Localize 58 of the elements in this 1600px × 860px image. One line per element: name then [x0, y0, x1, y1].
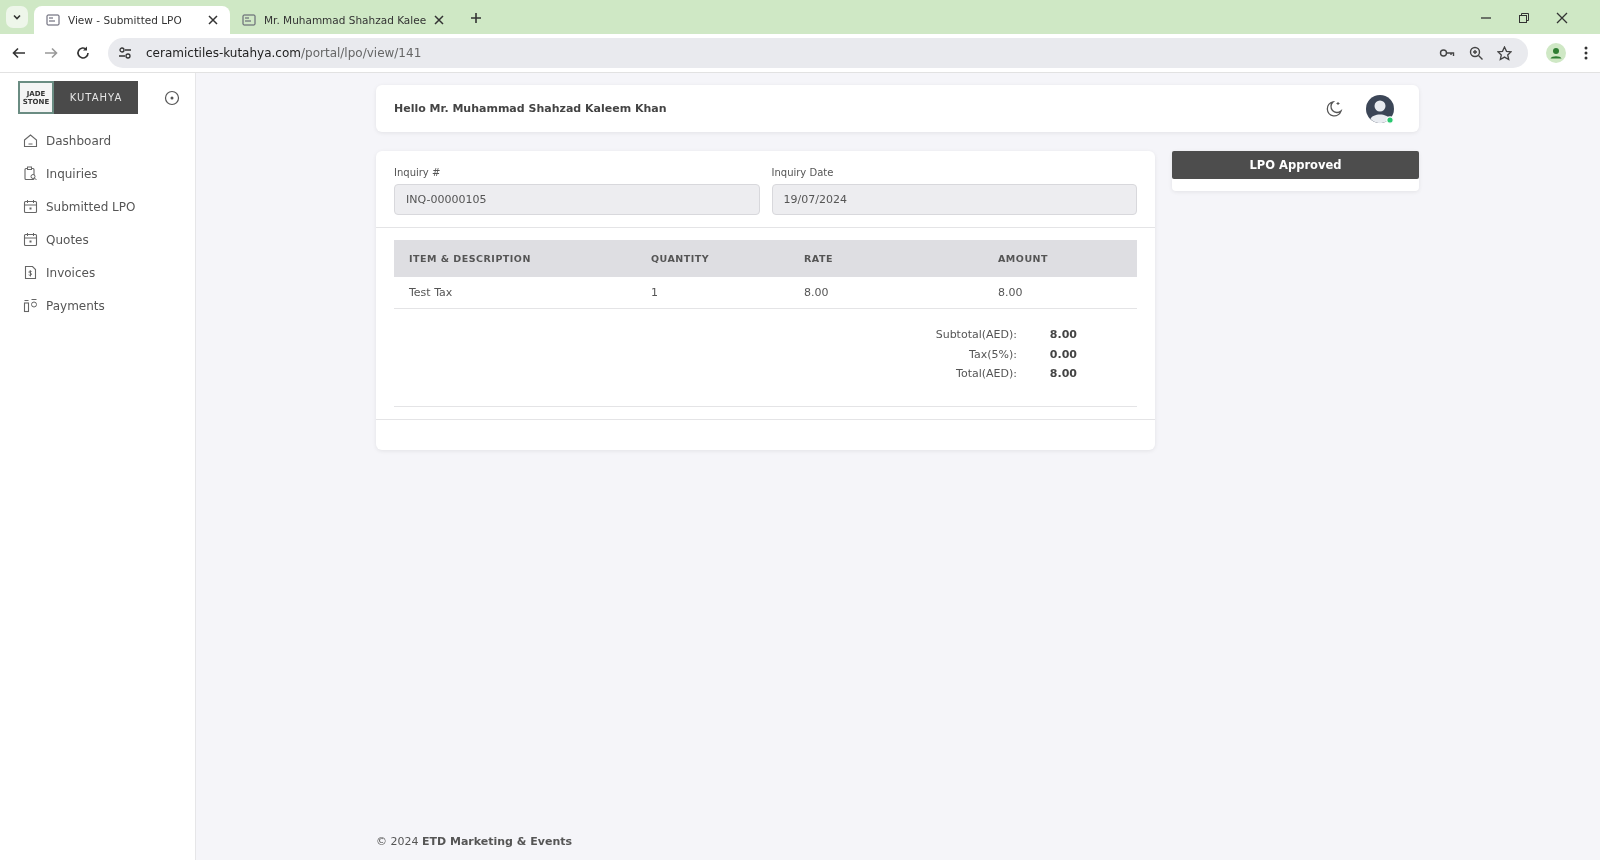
- total-value: 8.00: [1048, 367, 1077, 381]
- key-icon[interactable]: [1439, 47, 1455, 59]
- close-window-icon[interactable]: [1556, 12, 1568, 24]
- new-tab-icon[interactable]: [470, 12, 483, 24]
- star-icon[interactable]: [1497, 45, 1512, 61]
- tab-list-button[interactable]: [6, 6, 28, 28]
- column-header: QUANTITY: [651, 253, 711, 264]
- zoom-icon[interactable]: [1469, 46, 1483, 60]
- total-value: 0.00: [1048, 347, 1077, 361]
- nav-item[interactable]: Payments: [18, 289, 195, 322]
- tab-title: Mr. Muhammad Shahzad Kalee: [264, 14, 427, 26]
- invoice-icon: [23, 265, 38, 280]
- total-label: Total(AED):: [956, 367, 1017, 381]
- site-settings-icon[interactable]: [118, 46, 132, 60]
- browser-tab[interactable]: View - Submitted LPO: [34, 6, 230, 34]
- page-icon: [242, 13, 256, 27]
- calendar-icon: [23, 232, 38, 247]
- close-icon[interactable]: [434, 15, 445, 25]
- back-icon[interactable]: [12, 46, 26, 60]
- tab-title: View - Submitted LPO: [68, 14, 183, 26]
- table-cell: 8.00: [998, 286, 1023, 299]
- calendar-icon: [23, 199, 38, 214]
- greeting-text: Hello Mr. Muhammad Shahzad Kaleem Khan: [394, 102, 667, 115]
- total-value: 8.00: [1048, 328, 1077, 342]
- avatar-icon[interactable]: [1365, 93, 1395, 124]
- restore-icon[interactable]: [1518, 12, 1530, 24]
- table-cell-text: Test Tax: [408, 286, 454, 299]
- column-header: RATE: [804, 253, 834, 264]
- browser-tab[interactable]: Mr. Muhammad Shahzad Kalee: [230, 6, 457, 34]
- collapse-toggle-icon[interactable]: [164, 89, 180, 106]
- footer-text: © 2024 ETD Marketing & Events: [376, 835, 574, 850]
- nav-item[interactable]: Quotes: [18, 223, 195, 256]
- nav-item[interactable]: Invoices: [18, 256, 195, 289]
- field-label: Inquiry #: [394, 167, 442, 178]
- clipboard-search-icon: [23, 166, 38, 181]
- nav-item[interactable]: Submitted LPO: [18, 190, 195, 223]
- address-field[interactable]: ceramictiles-kutahya.com/portal/lpo/view/141: [108, 38, 1528, 68]
- menu-icon[interactable]: [1584, 46, 1588, 60]
- reload-icon[interactable]: [76, 46, 90, 60]
- forward-icon[interactable]: [44, 46, 58, 60]
- status-banner: LPO Approved: [1172, 151, 1419, 179]
- nav-item[interactable]: Dashboard: [18, 124, 195, 157]
- field-label: Inquiry Date: [771, 167, 835, 178]
- column-header: ITEM & DESCRIPTION: [408, 253, 532, 264]
- table-cell-text: 1: [651, 286, 659, 299]
- moon-icon[interactable]: [1325, 99, 1343, 118]
- payments-icon: [23, 298, 38, 313]
- close-icon[interactable]: [208, 15, 218, 25]
- nav-item[interactable]: Inquiries: [18, 157, 195, 190]
- input-field[interactable]: 19/07/2024: [771, 184, 1137, 215]
- column-header: AMOUNT: [998, 253, 1049, 264]
- total-label: Tax(5%):: [969, 347, 1017, 361]
- home-icon: [23, 133, 38, 148]
- table-cell-text: 8.00: [804, 286, 830, 299]
- page-icon: [46, 13, 60, 27]
- input-field[interactable]: INQ-00000105: [394, 184, 760, 215]
- profile-icon[interactable]: [1546, 43, 1566, 63]
- total-label: Subtotal(AED):: [935, 328, 1017, 342]
